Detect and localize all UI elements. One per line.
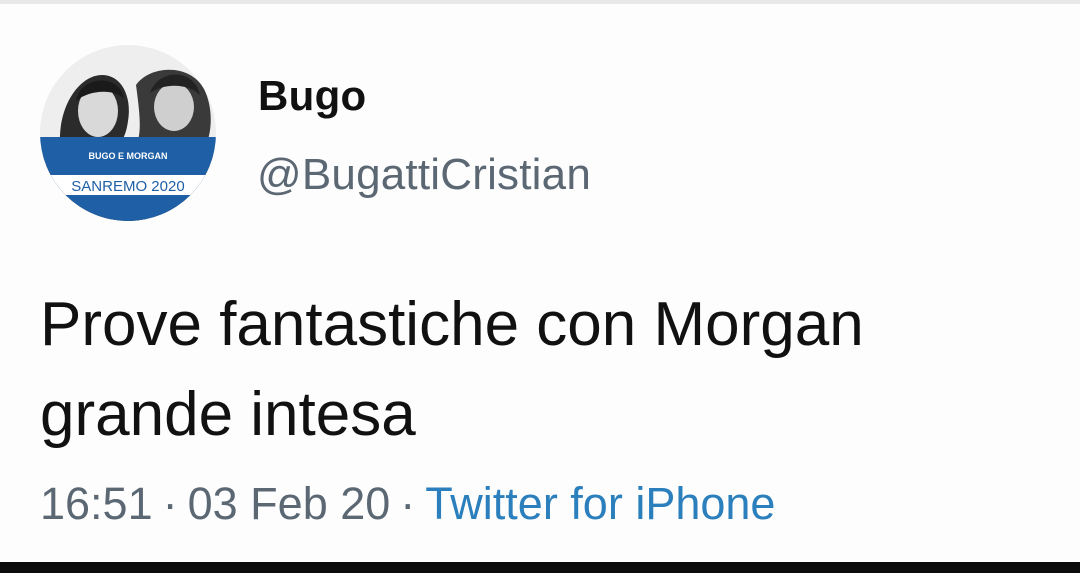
avatar[interactable]: BUGO E MORGAN SANREMO 2020 bbox=[40, 45, 216, 221]
tweet-card: BUGO E MORGAN SANREMO 2020 Bugo @Bugatti… bbox=[0, 0, 1080, 573]
tweet-source-link[interactable]: Twitter for iPhone bbox=[425, 478, 775, 529]
avatar-banner-line-1: BUGO E MORGAN bbox=[88, 151, 167, 161]
tweet-text-line: Prove fantastiche con Morgan bbox=[40, 290, 864, 359]
tweet-meta: 16:51 · 03 Feb 20 · Twitter for iPhone bbox=[40, 478, 775, 530]
user-handle[interactable]: @BugattiCristian bbox=[257, 150, 591, 200]
meta-separator: · bbox=[162, 478, 178, 529]
bottom-bar bbox=[0, 562, 1080, 573]
meta-separator: · bbox=[400, 478, 416, 529]
display-name[interactable]: Bugo bbox=[258, 72, 367, 120]
tweet-time[interactable]: 16:51 bbox=[40, 478, 153, 529]
avatar-banner-line-2: SANREMO 2020 bbox=[71, 178, 184, 195]
top-divider bbox=[0, 0, 1080, 4]
avatar-image: BUGO E MORGAN SANREMO 2020 bbox=[40, 45, 216, 221]
tweet-text-line: grande intesa bbox=[40, 380, 416, 449]
tweet-text: Prove fantastiche con Morgan grande inte… bbox=[40, 280, 1050, 460]
tweet-date[interactable]: 03 Feb 20 bbox=[188, 478, 391, 529]
